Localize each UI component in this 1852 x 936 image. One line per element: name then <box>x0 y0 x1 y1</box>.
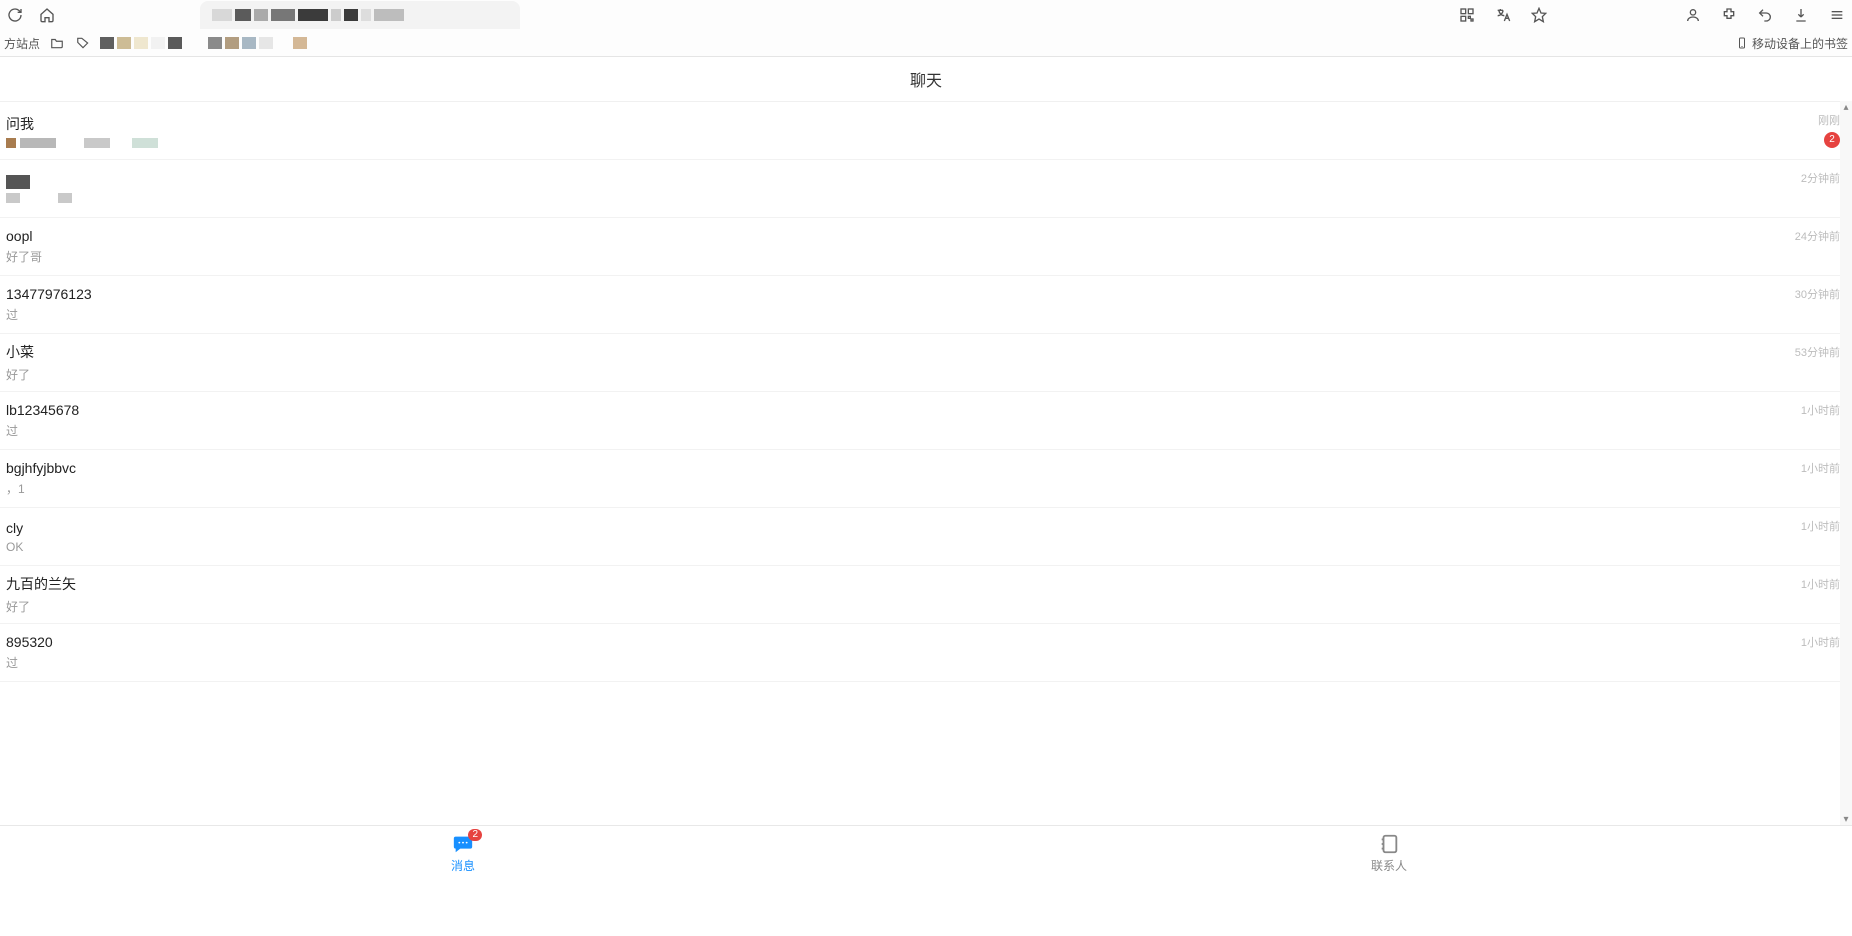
chat-time: 1小时前 <box>1801 460 1840 476</box>
chat-preview: 好了哥 <box>6 248 42 265</box>
chat-preview: OK <box>6 540 23 554</box>
scroll-down-icon[interactable]: ▾ <box>1840 813 1852 825</box>
qr-icon[interactable] <box>1458 6 1476 24</box>
scrollbar[interactable]: ▴ ▾ <box>1840 101 1852 825</box>
toolbar-right <box>1458 6 1846 24</box>
chat-preview <box>6 138 158 148</box>
chat-preview: 好了 <box>6 366 34 383</box>
unread-badge: 2 <box>1824 132 1840 148</box>
chat-time: 24分钟前 <box>1795 228 1840 244</box>
chat-name: 13477976123 <box>6 286 92 302</box>
chat-time: 1小时前 <box>1801 518 1840 534</box>
menu-icon[interactable] <box>1828 6 1846 24</box>
mobile-bookmarks-link[interactable]: 移动设备上的书签 <box>1736 35 1848 52</box>
tag-icon[interactable] <box>74 34 92 52</box>
chat-preview: 过 <box>6 654 53 671</box>
chat-preview: ，1 <box>6 480 76 497</box>
bookmarks-bar: 方站点 移动设备上 <box>0 30 1852 56</box>
chat-name: 问我 <box>6 114 158 134</box>
chat-name: bgjhfyjbbvc <box>6 460 76 476</box>
chat-time: 2分钟前 <box>1801 170 1840 186</box>
chat-time: 1小时前 <box>1801 402 1840 418</box>
chat-preview: 过 <box>6 422 79 439</box>
tab-title-obscured <box>212 9 508 21</box>
mobile-bookmarks-label: 移动设备上的书签 <box>1752 35 1848 52</box>
bookmark-site-label[interactable]: 方站点 <box>4 35 40 52</box>
browser-toolbar <box>0 0 1852 30</box>
chat-item[interactable]: 九百的兰矢好了 1小时前 <box>0 566 1852 624</box>
browser-chrome: 方站点 移动设备上 <box>0 0 1852 57</box>
profile-icon[interactable] <box>1684 6 1702 24</box>
chat-preview: 好了 <box>6 598 76 615</box>
chat-list[interactable]: 问我 刚刚2 2分钟前 oopl 好了哥 24分钟前 13477976123 过 30分钟前小菜… <box>0 101 1852 825</box>
scroll-up-icon[interactable]: ▴ <box>1840 101 1852 113</box>
chat-item[interactable]: 小菜好了 53分钟前 <box>0 334 1852 392</box>
tab-messages-label: 消息 <box>451 857 475 874</box>
chat-time: 刚刚2 <box>1818 112 1840 148</box>
chat-time: 1小时前 <box>1801 634 1840 650</box>
translate-icon[interactable] <box>1494 6 1512 24</box>
contacts-icon <box>1378 833 1400 855</box>
bookmarks-obscured <box>100 37 340 49</box>
tab-messages[interactable]: 2 消息 <box>0 826 926 881</box>
chat-item[interactable]: 13477976123 过 30分钟前 <box>0 276 1852 334</box>
chat-app: 聊天 问我 刚刚2 2分钟前 oopl 好了哥 24分钟前 13477976123 过 30分钟… <box>0 57 1852 881</box>
chat-item[interactable]: 问我 刚刚2 <box>0 102 1852 160</box>
chat-time: 1小时前 <box>1801 576 1840 592</box>
chat-name <box>6 175 72 189</box>
chat-item[interactable]: oopl 好了哥 24分钟前 <box>0 218 1852 276</box>
download-icon[interactable] <box>1792 6 1810 24</box>
star-icon[interactable] <box>1530 6 1548 24</box>
chat-preview: 过 <box>6 306 92 323</box>
chat-time: 30分钟前 <box>1795 286 1840 302</box>
page-title-bar: 聊天 <box>0 57 1852 101</box>
tab-contacts[interactable]: 联系人 <box>926 826 1852 881</box>
page-title: 聊天 <box>910 67 942 91</box>
tab-contacts-label: 联系人 <box>1371 857 1407 874</box>
chat-item[interactable]: bgjhfyjbbvc ，1 1小时前 <box>0 450 1852 508</box>
chat-preview <box>6 193 72 203</box>
chat-time: 53分钟前 <box>1795 344 1840 360</box>
extensions-icon[interactable] <box>1720 6 1738 24</box>
chat-name: 小菜 <box>6 342 34 362</box>
messages-badge: 2 <box>468 829 482 841</box>
chat-item[interactable]: lb12345678 过 1小时前 <box>0 392 1852 450</box>
chat-name: cly <box>6 520 23 536</box>
browser-tab-active[interactable] <box>200 1 520 29</box>
chat-item[interactable]: 895320 过 1小时前 <box>0 624 1852 682</box>
chat-item[interactable]: cly OK 1小时前 <box>0 508 1852 566</box>
home-icon[interactable] <box>38 6 56 24</box>
chat-name: 九百的兰矢 <box>6 574 76 594</box>
folder-icon[interactable] <box>48 34 66 52</box>
chat-name: oopl <box>6 228 42 244</box>
chat-name: 895320 <box>6 634 53 650</box>
chat-item[interactable]: 2分钟前 <box>0 160 1852 218</box>
undo-icon[interactable] <box>1756 6 1774 24</box>
bottom-nav: 2 消息 联系人 <box>0 825 1852 881</box>
chat-name: lb12345678 <box>6 402 79 418</box>
reload-icon[interactable] <box>6 6 24 24</box>
